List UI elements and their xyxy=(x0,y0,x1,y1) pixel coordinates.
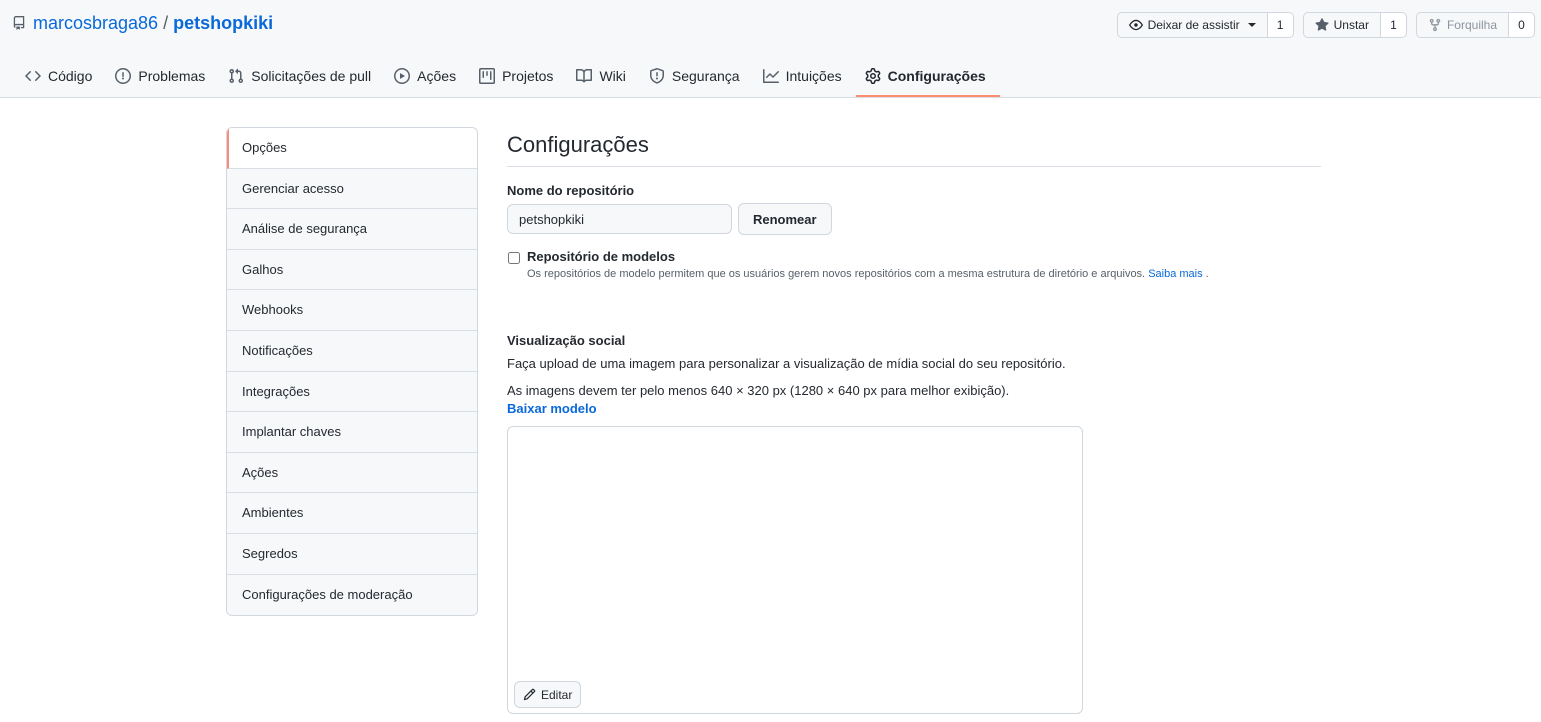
sidebar-item-notifications[interactable]: Notificações xyxy=(227,330,477,372)
edit-label: Editar xyxy=(541,687,573,702)
sidebar-item-deploy-keys[interactable]: Implantar chaves xyxy=(227,412,477,453)
pencil-icon xyxy=(523,688,536,701)
tab-wiki[interactable]: Wiki xyxy=(567,56,639,96)
star-group: Unstar 1 xyxy=(1302,12,1407,38)
star-icon xyxy=(1315,18,1329,31)
rename-row: Renomear xyxy=(507,203,832,235)
repo-header: marcosbraga86 / petshopkiki Deixar de as… xyxy=(0,0,1541,98)
tab-settings[interactable]: Configurações xyxy=(855,56,1000,97)
watch-button[interactable]: Deixar de assistir xyxy=(1116,12,1268,38)
tab-projects[interactable]: Projetos xyxy=(470,56,567,96)
social-preview-heading: Visualização social xyxy=(507,333,626,348)
sidebar-item-integrations[interactable]: Integrações xyxy=(227,371,477,413)
issue-icon xyxy=(115,68,132,84)
tab-label: Wiki xyxy=(599,68,626,84)
subhead: Configurações xyxy=(507,127,1321,167)
book-icon xyxy=(576,68,593,83)
unstar-button[interactable]: Unstar xyxy=(1302,12,1381,38)
social-preview-description: Faça upload de uma imagem para personali… xyxy=(507,356,1066,371)
sidebar-item-branches[interactable]: Galhos xyxy=(227,249,477,291)
repo-name-label: Nome do repositório xyxy=(507,183,635,198)
watch-label: Deixar de assistir xyxy=(1147,18,1240,32)
tab-security[interactable]: Segurança xyxy=(640,56,754,96)
repo-nav: Código Problemas Solicitações de pull Aç… xyxy=(16,56,1000,98)
play-icon xyxy=(394,68,411,84)
repo-owner-link[interactable]: marcosbraga86 xyxy=(33,13,158,34)
sidebar-item-environments[interactable]: Ambientes xyxy=(227,493,477,534)
sidebar-item-manage-access[interactable]: Gerenciar acesso xyxy=(227,168,477,210)
settings-sidebar: Opções Gerenciar acesso Análise de segur… xyxy=(226,127,478,617)
tab-label: Segurança xyxy=(671,68,740,84)
repo-separator: / xyxy=(163,12,169,33)
pagehead-actions: Deixar de assistir 1 Unstar 1 Forquilha … xyxy=(1116,12,1535,38)
watch-count[interactable]: 1 xyxy=(1267,12,1294,38)
shield-icon xyxy=(649,68,664,84)
settings-main: Configurações Nome do repositório Renome… xyxy=(507,127,1321,714)
watch-group: Deixar de assistir 1 xyxy=(1116,12,1294,38)
social-preview-box: Editar xyxy=(507,426,1083,714)
gear-icon xyxy=(865,68,881,84)
repo-name-input[interactable] xyxy=(507,204,732,234)
caret-down-icon xyxy=(1247,23,1256,27)
pull-request-icon xyxy=(229,68,244,84)
tab-code[interactable]: Código xyxy=(16,56,106,96)
fork-button[interactable]: Forquilha xyxy=(1415,12,1509,38)
tab-insights[interactable]: Intuições xyxy=(754,56,856,96)
fork-label: Forquilha xyxy=(1446,18,1497,32)
sidebar-item-moderation-settings[interactable]: Configurações de moderação xyxy=(227,574,477,616)
fork-icon xyxy=(1429,18,1441,32)
tab-label: Ações xyxy=(417,68,457,84)
tab-label: Configurações xyxy=(887,68,986,84)
sidebar-item-options[interactable]: Opções xyxy=(227,128,477,169)
tab-label: Intuições xyxy=(785,68,842,84)
sidebar-item-actions[interactable]: Ações xyxy=(227,452,477,494)
tab-label: Solicitações de pull xyxy=(251,68,372,84)
sidebar-item-secrets[interactable]: Segredos xyxy=(227,533,477,575)
template-repository-label[interactable]: Repositório de modelos xyxy=(527,249,1209,265)
unstar-label: Unstar xyxy=(1333,18,1369,32)
social-preview-requirements: As imagens devem ter pelo menos 640 × 32… xyxy=(507,383,1010,398)
sidebar-item-webhooks[interactable]: Webhooks xyxy=(227,290,477,331)
repo-name-link[interactable]: petshopkiki xyxy=(173,13,273,34)
repo-icon xyxy=(13,16,25,30)
rename-button[interactable]: Renomear xyxy=(738,203,832,235)
tab-pull-requests[interactable]: Solicitações de pull xyxy=(219,56,385,96)
template-note-end: . xyxy=(1205,268,1209,280)
template-note-text: Os repositórios de modelo permitem que o… xyxy=(527,268,1146,280)
fork-group: Forquilha 0 xyxy=(1415,12,1535,38)
project-icon xyxy=(479,68,496,84)
tab-label: Código xyxy=(48,68,93,84)
learn-more-link[interactable]: Saiba mais xyxy=(1148,268,1202,280)
code-icon xyxy=(25,70,41,82)
tab-label: Problemas xyxy=(138,68,206,84)
page-title: Configurações xyxy=(507,132,649,157)
edit-button[interactable]: Editar xyxy=(514,681,582,708)
tab-actions[interactable]: Ações xyxy=(385,56,470,96)
eye-icon xyxy=(1128,19,1143,31)
template-note: Os repositórios de modelo permitem que o… xyxy=(527,267,1209,281)
template-repository-checkbox[interactable] xyxy=(508,252,520,264)
fork-count[interactable]: 0 xyxy=(1509,12,1535,38)
graph-icon xyxy=(762,69,779,83)
star-count[interactable]: 1 xyxy=(1380,12,1407,38)
repo-title: marcosbraga86 / petshopkiki xyxy=(12,12,273,34)
tab-label: Projetos xyxy=(502,68,554,84)
template-checkbox-texts: Repositório de modelos Os repositórios d… xyxy=(527,249,1209,281)
download-template-link[interactable]: Baixar modelo xyxy=(507,401,597,416)
template-checkbox-row: Repositório de modelos Os repositórios d… xyxy=(507,249,1209,281)
tab-issues[interactable]: Problemas xyxy=(106,56,219,96)
sidebar-item-security-analysis[interactable]: Análise de segurança xyxy=(227,209,477,250)
